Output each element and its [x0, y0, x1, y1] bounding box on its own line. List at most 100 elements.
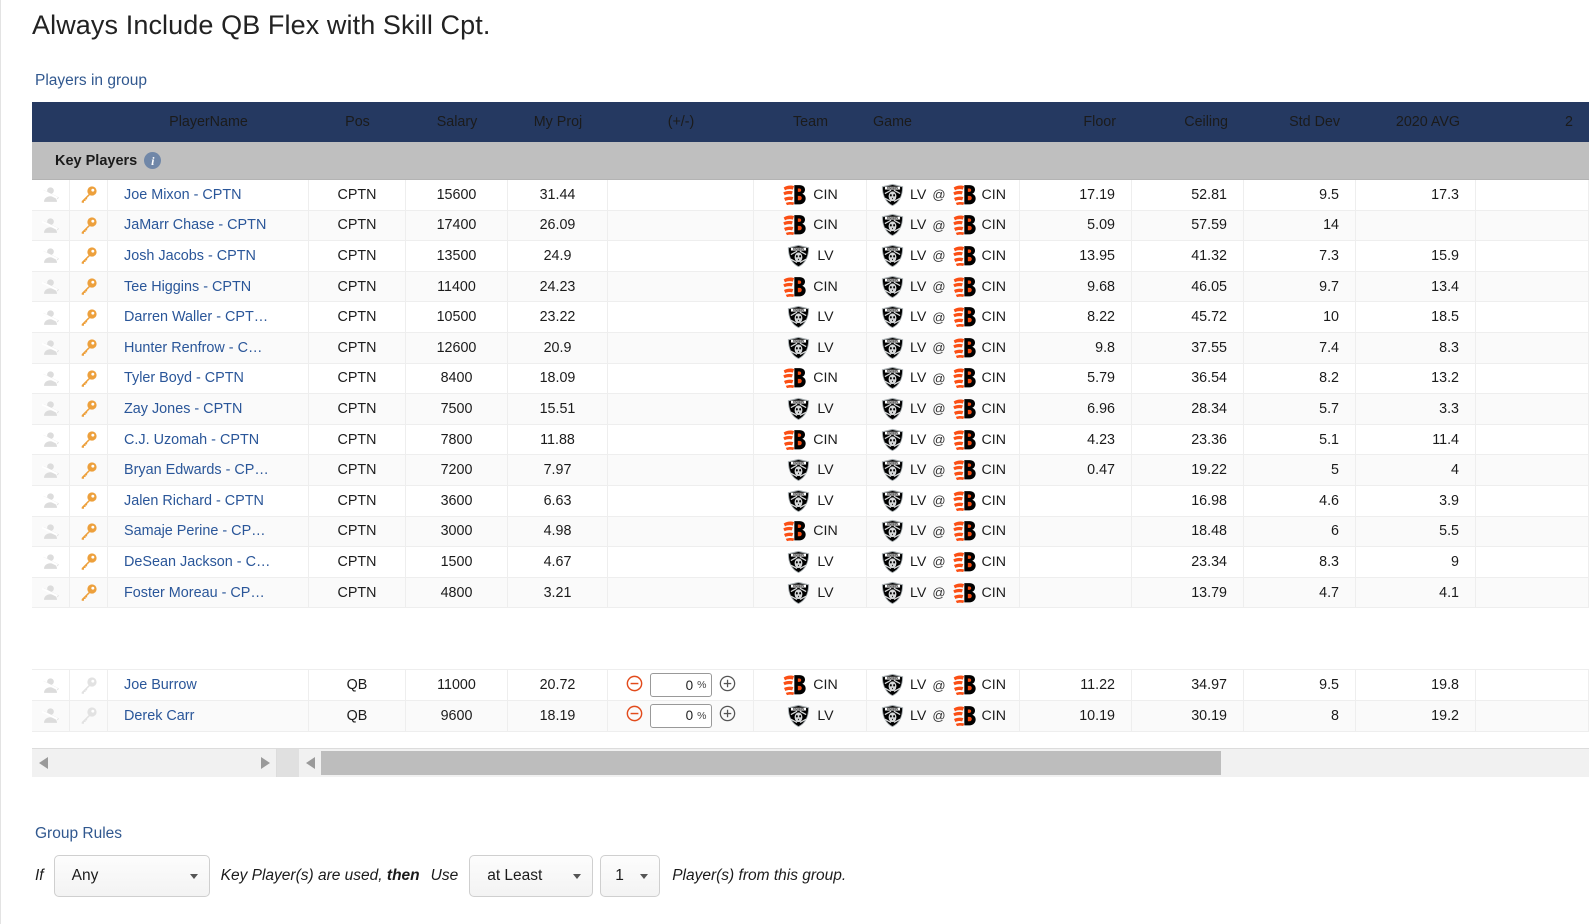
player-name-cell[interactable]: Hunter Renfrow - C… [108, 332, 309, 363]
player-name-link[interactable]: Josh Jacobs - CPTN [114, 248, 302, 264]
table-row[interactable]: Joe Burrow QB 11000 20.72 0% CIN RAIDERS LV @ CIN… [32, 670, 1589, 701]
column-header-team[interactable]: Team [754, 102, 867, 142]
plus-minus-cell[interactable] [608, 577, 754, 608]
exclude-player-toggle[interactable] [32, 394, 70, 424]
key-player-toggle[interactable] [70, 670, 108, 700]
key-player-toggle[interactable] [70, 394, 108, 424]
player-name-cell[interactable]: Foster Moreau - CP… [108, 577, 309, 608]
column-header-ceiling[interactable]: Ceiling [1132, 102, 1244, 142]
table-row[interactable]: Zay Jones - CPTN CPTN 7500 15.51 RAIDERS LV RA… [32, 394, 1589, 425]
exclude-player-toggle[interactable] [32, 424, 70, 455]
player-name-link[interactable]: JaMarr Chase - CPTN [114, 217, 302, 233]
exclude-player-toggle[interactable] [32, 700, 70, 731]
player-name-cell[interactable]: Derek Carr [108, 700, 309, 731]
plus-minus-cell[interactable] [608, 424, 754, 455]
frozen-scroll-track[interactable] [54, 749, 254, 777]
plus-minus-cell[interactable]: 0% [608, 670, 754, 700]
table-row[interactable]: Josh Jacobs - CPTN CPTN 13500 24.9 RAIDERS LV… [32, 241, 1589, 272]
exclude-player-toggle[interactable] [32, 577, 70, 608]
table-row[interactable]: Bryan Edwards - CP… CPTN 7200 7.97 RAIDERS LV… [32, 455, 1589, 486]
key-player-toggle[interactable] [70, 332, 108, 363]
player-name-cell[interactable]: Jalen Richard - CPTN [108, 485, 309, 516]
table-row[interactable]: Samaje Perine - CP… CPTN 3000 4.98 CIN RAIDER… [32, 516, 1589, 548]
column-header-2020-avg[interactable]: 2020 AVG [1356, 102, 1476, 142]
table-row[interactable]: Derek Carr QB 9600 18.19 0% RAIDERS LV RAIDERS L… [32, 700, 1589, 732]
column-header-game[interactable]: Game [867, 102, 1020, 142]
player-name-link[interactable]: DeSean Jackson - C… [114, 554, 302, 570]
table-row[interactable]: C.J. Uzomah - CPTN CPTN 7800 11.88 CIN RAIDER… [32, 424, 1589, 456]
plus-minus-cell[interactable] [608, 516, 754, 547]
plus-minus-cell[interactable] [608, 363, 754, 394]
exclude-player-toggle[interactable] [32, 180, 70, 210]
column-header-salary[interactable]: Salary [406, 102, 508, 142]
player-name-link[interactable]: Joe Mixon - CPTN [114, 187, 302, 203]
player-name-cell[interactable]: Tyler Boyd - CPTN [108, 363, 309, 394]
player-name-cell[interactable]: Joe Mixon - CPTN [108, 180, 309, 210]
plus-minus-cell[interactable] [608, 241, 754, 271]
plus-minus-cell[interactable] [608, 271, 754, 302]
exclude-player-toggle[interactable] [32, 210, 70, 241]
player-name-cell[interactable]: Joe Burrow [108, 670, 309, 700]
grid-horizontal-scrollbar[interactable] [299, 749, 1589, 777]
key-player-toggle[interactable] [70, 363, 108, 394]
column-header-my-proj[interactable]: My Proj [508, 102, 608, 142]
plus-minus-cell[interactable] [608, 302, 754, 332]
player-name-cell[interactable]: Josh Jacobs - CPTN [108, 241, 309, 271]
key-player-toggle[interactable] [70, 577, 108, 608]
column-header-key[interactable] [70, 102, 108, 142]
key-player-toggle[interactable] [70, 271, 108, 302]
column-header-next-avg[interactable]: 2 [1476, 102, 1589, 142]
player-name-link[interactable]: Hunter Renfrow - C… [114, 340, 302, 356]
exclude-player-toggle[interactable] [32, 241, 70, 271]
grid-scroll-left-arrow[interactable] [299, 749, 321, 777]
decrease-proj-button[interactable] [626, 705, 643, 726]
condition-select[interactable]: Any [53, 855, 210, 897]
exclude-player-toggle[interactable] [32, 485, 70, 516]
column-header-pos[interactable]: Pos [309, 102, 406, 142]
frozen-columns-scrollbar[interactable] [32, 749, 277, 777]
exclude-player-toggle[interactable] [32, 455, 70, 485]
column-header-std-dev[interactable]: Std Dev [1244, 102, 1356, 142]
key-player-toggle[interactable] [70, 547, 108, 577]
grid-scroll-thumb[interactable] [321, 751, 1221, 775]
column-header-plus-minus[interactable]: (+/-) [608, 102, 754, 142]
player-name-link[interactable]: Zay Jones - CPTN [114, 401, 302, 417]
exclude-player-toggle[interactable] [32, 363, 70, 394]
increase-proj-button[interactable] [719, 675, 736, 696]
player-name-cell[interactable]: DeSean Jackson - C… [108, 547, 309, 577]
key-player-toggle[interactable] [70, 516, 108, 547]
player-name-link[interactable]: Bryan Edwards - CP… [114, 462, 302, 478]
table-row[interactable]: Jalen Richard - CPTN CPTN 3600 6.63 RAIDERS L… [32, 485, 1589, 517]
table-row[interactable]: Tyler Boyd - CPTN CPTN 8400 18.09 CIN RAIDERS… [32, 363, 1589, 395]
player-name-link[interactable]: Derek Carr [114, 708, 302, 724]
exclude-player-toggle[interactable] [32, 332, 70, 363]
player-name-cell[interactable]: Tee Higgins - CPTN [108, 271, 309, 302]
exclude-player-toggle[interactable] [32, 516, 70, 547]
player-name-cell[interactable]: Samaje Perine - CP… [108, 516, 309, 547]
key-player-toggle[interactable] [70, 700, 108, 731]
plus-minus-cell[interactable] [608, 394, 754, 424]
exclude-player-toggle[interactable] [32, 271, 70, 302]
table-row[interactable]: JaMarr Chase - CPTN CPTN 17400 26.09 CIN RAID… [32, 210, 1589, 242]
plus-minus-cell[interactable] [608, 547, 754, 577]
key-player-toggle[interactable] [70, 210, 108, 241]
table-row[interactable]: Darren Waller - CPT… CPTN 10500 23.22 RAIDER… [32, 302, 1589, 333]
player-name-link[interactable]: Jalen Richard - CPTN [114, 493, 302, 509]
proj-percent-input[interactable]: 0% [649, 673, 712, 698]
plus-minus-cell[interactable]: 0% [608, 700, 754, 731]
player-name-cell[interactable]: C.J. Uzomah - CPTN [108, 424, 309, 455]
frozen-scroll-right-arrow[interactable] [254, 749, 276, 777]
table-row[interactable]: Tee Higgins - CPTN CPTN 11400 24.23 CIN RAIDE… [32, 271, 1589, 303]
column-header-floor[interactable]: Floor [1020, 102, 1132, 142]
exclude-player-toggle[interactable] [32, 302, 70, 332]
proj-adjust-stepper[interactable]: 0% [614, 673, 747, 698]
plus-minus-cell[interactable] [608, 180, 754, 210]
exclude-player-toggle[interactable] [32, 670, 70, 700]
player-name-cell[interactable]: Bryan Edwards - CP… [108, 455, 309, 485]
table-row[interactable]: Foster Moreau - CP… CPTN 4800 3.21 RAIDERS LV… [32, 577, 1589, 609]
plus-minus-cell[interactable] [608, 455, 754, 485]
plus-minus-cell[interactable] [608, 485, 754, 516]
plus-minus-cell[interactable] [608, 210, 754, 241]
column-header-exclude[interactable] [32, 102, 70, 142]
key-player-toggle[interactable] [70, 302, 108, 332]
